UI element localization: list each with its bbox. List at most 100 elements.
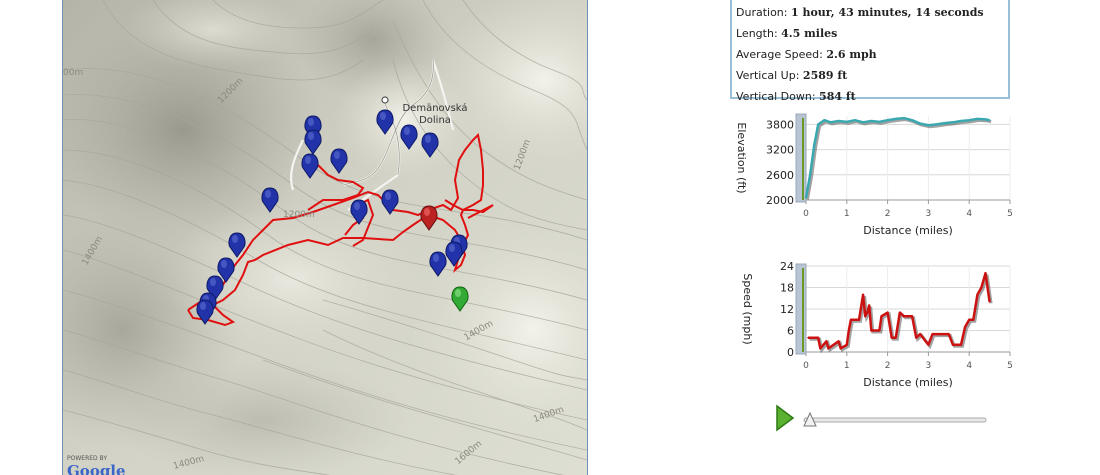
x-tick-label: 2 xyxy=(885,209,891,219)
data-point xyxy=(899,311,901,314)
data-point xyxy=(886,119,889,121)
data-point xyxy=(837,340,840,343)
y-tick-label: 24 xyxy=(780,260,794,273)
data-point xyxy=(911,119,913,121)
data-point xyxy=(960,120,962,122)
trail-map[interactable]: 00m 1200m 1200m 1400m 1400m 1200m 1400m … xyxy=(62,0,588,475)
data-point xyxy=(919,333,922,335)
data-point xyxy=(968,318,970,321)
data-point xyxy=(948,333,950,335)
data-point xyxy=(854,119,856,121)
data-point xyxy=(952,121,954,124)
powered-by-text: POWERED BY xyxy=(67,455,108,462)
data-point xyxy=(813,144,815,147)
data-point xyxy=(903,315,905,317)
data-point xyxy=(839,347,842,350)
stat-value: 1 hour, 43 minutes, 14 seconds xyxy=(790,6,984,19)
stat-length: Length: 4.5 miles xyxy=(736,23,1004,44)
data-point xyxy=(968,119,970,121)
x-tick-label: 4 xyxy=(966,209,972,219)
y-tick-label: 18 xyxy=(780,282,794,295)
range-handle xyxy=(795,263,807,355)
data-point xyxy=(878,121,881,123)
data-point xyxy=(939,333,942,335)
stat-value: 2.6 mph xyxy=(826,48,877,61)
y-axis-label: Elevation (ft) xyxy=(735,122,748,193)
data-point xyxy=(935,123,938,126)
stat-value: 2589 ft xyxy=(802,69,848,82)
data-point xyxy=(980,286,983,289)
data-point xyxy=(915,336,917,339)
data-point xyxy=(846,121,848,123)
data-point xyxy=(988,119,991,121)
x-axis-label: Distance (miles) xyxy=(863,376,953,389)
x-axis-label: Distance (miles) xyxy=(863,224,953,237)
x-tick-label: 1 xyxy=(844,209,850,219)
data-point xyxy=(976,118,979,120)
google-logo[interactable]: Google xyxy=(67,462,126,475)
data-point xyxy=(817,336,820,339)
x-tick-label: 3 xyxy=(926,361,932,371)
stat-label: Vertical Down: xyxy=(736,90,816,103)
data-point xyxy=(903,117,905,119)
stat-value: 584 ft xyxy=(819,90,856,103)
stat-duration: Duration: 1 hour, 43 minutes, 14 seconds xyxy=(736,2,1004,23)
y-axis-label: Speed (mph) xyxy=(741,273,754,344)
range-handle xyxy=(795,113,807,203)
data-point xyxy=(866,311,868,314)
elevation-chart[interactable]: 2000 2600 3200 3800 0 1 2 3 4 5 Distance (miles) El… xyxy=(728,108,1018,250)
contour-label: 1200m xyxy=(283,210,315,220)
data-point xyxy=(819,347,822,350)
data-point xyxy=(964,326,966,328)
x-tick-label: 5 xyxy=(1007,209,1013,219)
data-point xyxy=(984,118,987,121)
data-point xyxy=(817,123,820,126)
data-point xyxy=(960,344,962,346)
stat-average-speed: Average Speed: 2.6 mph xyxy=(736,44,1004,65)
place-label: Demänovská Dolina xyxy=(395,103,475,127)
data-point xyxy=(880,315,883,317)
data-point xyxy=(870,120,873,122)
data-point xyxy=(846,344,848,346)
data-point xyxy=(919,122,922,125)
data-point xyxy=(850,318,852,321)
data-point xyxy=(827,347,830,350)
data-point xyxy=(988,301,991,303)
playback-slider[interactable] xyxy=(802,410,988,428)
data-point xyxy=(862,293,864,296)
data-point xyxy=(837,120,840,122)
data-point xyxy=(862,121,864,124)
data-point xyxy=(848,329,850,332)
x-tick-label: 0 xyxy=(803,209,809,219)
stat-label: Average Speed: xyxy=(736,48,823,61)
data-point xyxy=(829,121,832,124)
data-point xyxy=(823,119,826,121)
data-point xyxy=(805,197,807,199)
data-point xyxy=(927,124,930,127)
y-tick-label: 3800 xyxy=(766,118,794,131)
x-tick-label: 1 xyxy=(844,361,850,371)
y-tick-label: 0 xyxy=(787,346,794,359)
village-dot xyxy=(381,96,389,104)
stat-label: Vertical Up: xyxy=(736,69,800,82)
data-point xyxy=(894,336,897,339)
data-point xyxy=(864,315,866,317)
plot-area xyxy=(806,116,1010,200)
data-point xyxy=(952,344,954,346)
place-name-line2: Dolina xyxy=(419,115,451,126)
stat-value: 4.5 miles xyxy=(781,27,838,40)
x-tick-label: 2 xyxy=(885,361,891,371)
data-point xyxy=(911,315,913,317)
data-point xyxy=(984,272,987,274)
x-tick-label: 0 xyxy=(803,361,809,371)
contour-label: 00m xyxy=(63,68,84,78)
speed-chart[interactable]: 061218240 1 2 3 4 5Distance (miles)Speed (mph… xyxy=(728,258,1018,402)
data-point xyxy=(931,333,934,335)
data-point xyxy=(972,318,975,321)
data-point xyxy=(868,304,871,307)
place-name-line1: Demänovská xyxy=(402,103,468,114)
map-terrain xyxy=(63,0,587,475)
play-icon[interactable] xyxy=(775,404,795,432)
track-stats-panel: Duration: 1 hour, 43 minutes, 14 seconds… xyxy=(730,0,1010,103)
y-tick-label: 6 xyxy=(787,325,794,338)
